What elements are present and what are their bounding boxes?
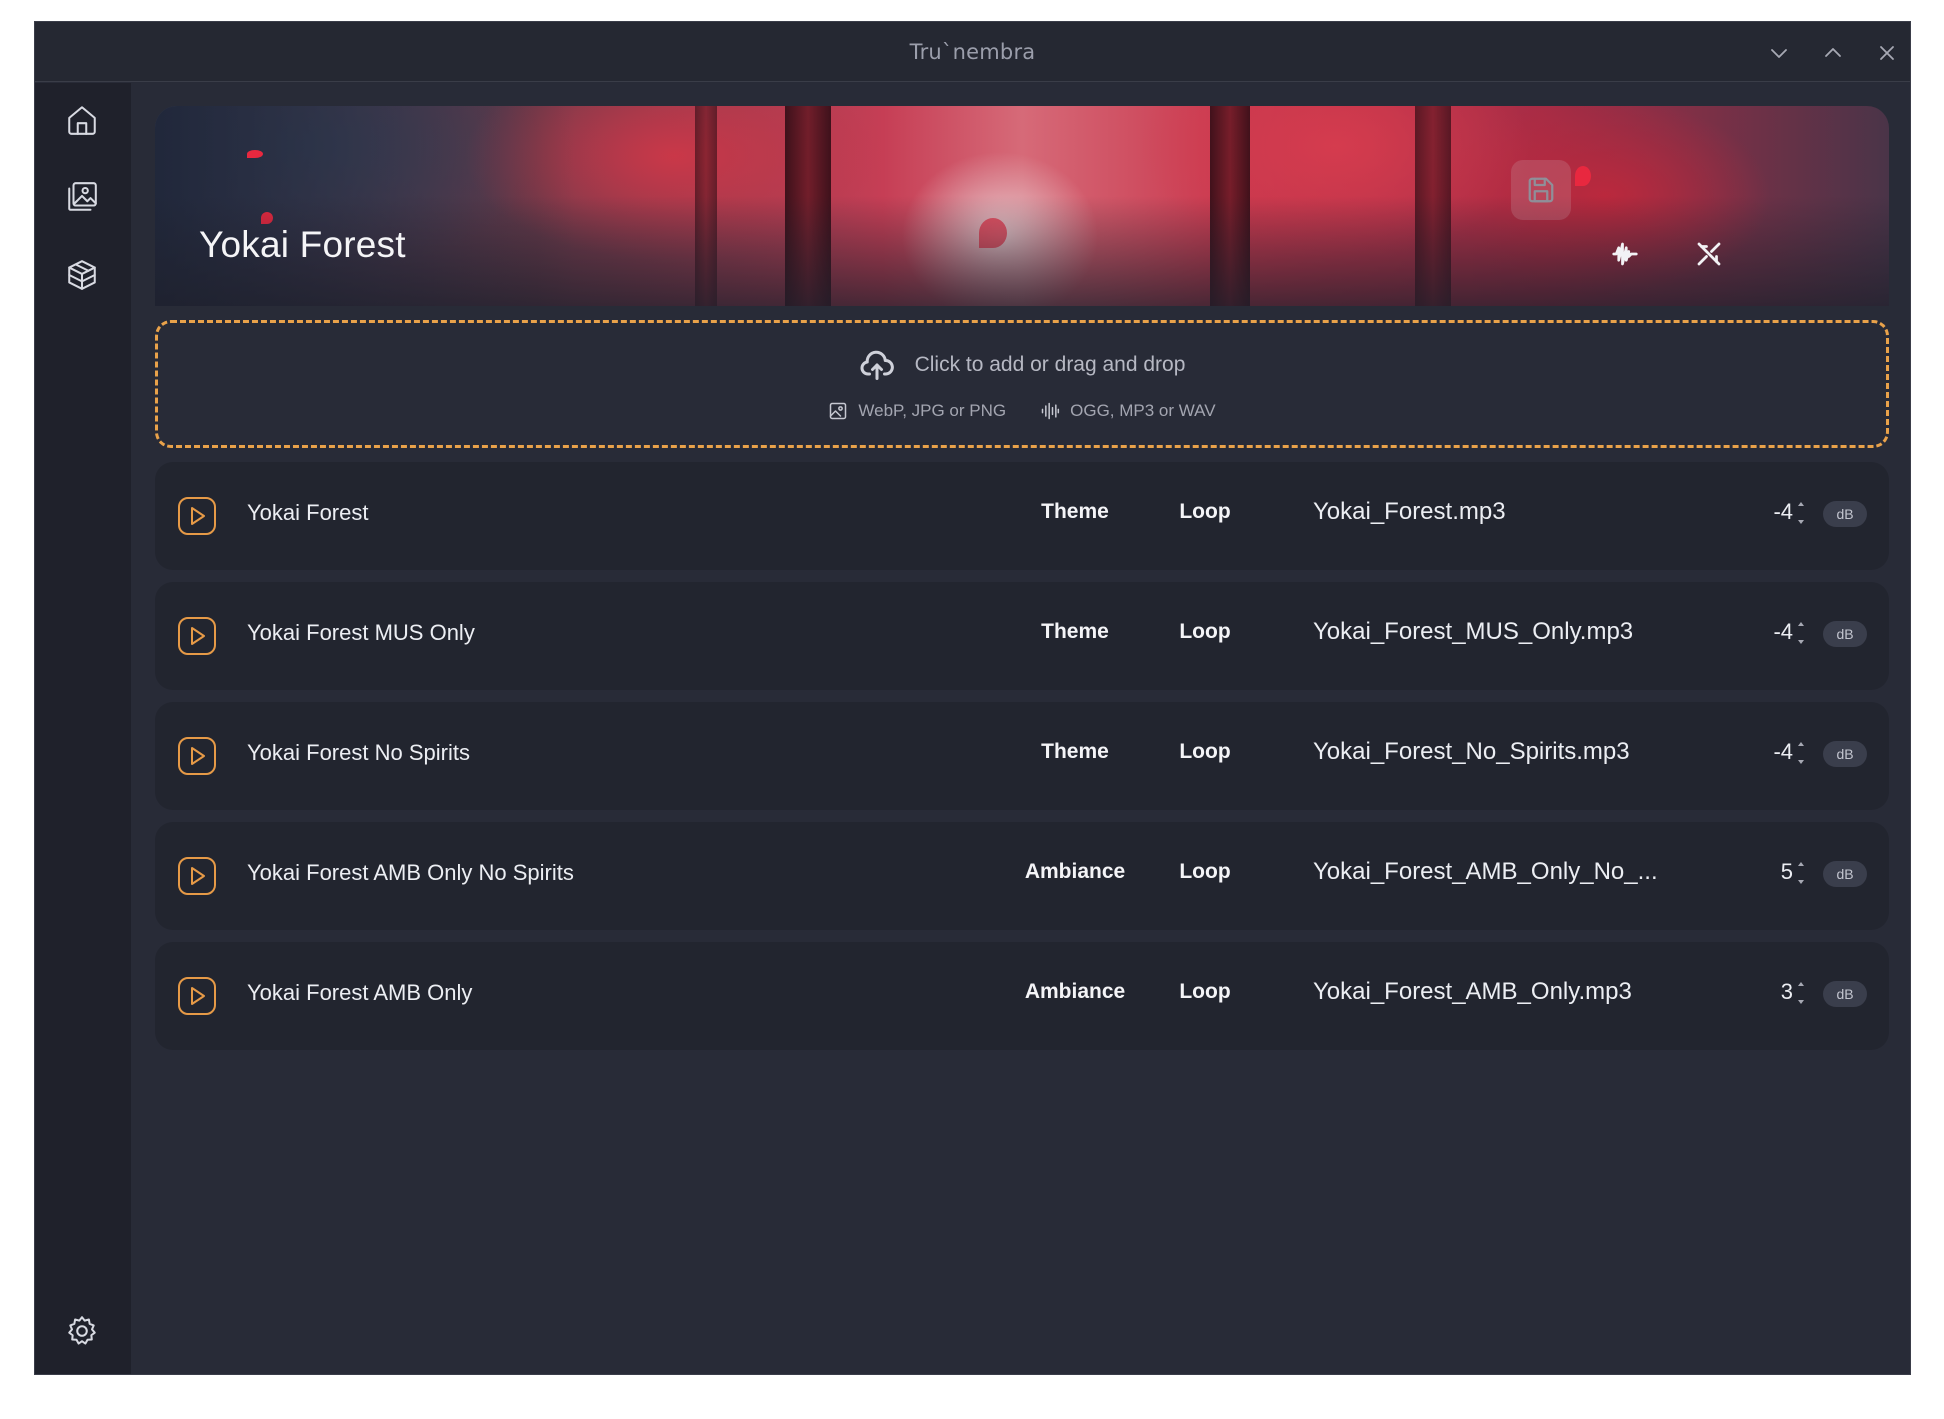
track-row[interactable]: Yokai Forest No Spirits Theme Loop Yokai… bbox=[155, 702, 1889, 810]
save-icon bbox=[1528, 177, 1554, 203]
track-name: Yokai Forest bbox=[247, 500, 369, 525]
track-name: Yokai Forest MUS Only bbox=[247, 620, 475, 645]
close-window-button[interactable] bbox=[1870, 36, 1904, 70]
sidebar-item-gallery[interactable] bbox=[59, 174, 105, 220]
dropzone-label: Click to add or drag and drop bbox=[914, 353, 1186, 376]
gear-icon bbox=[68, 1316, 96, 1345]
volume-input[interactable]: 5 bbox=[1745, 859, 1793, 885]
unit-badge: dB bbox=[1823, 501, 1867, 527]
maximize-button[interactable] bbox=[1816, 36, 1850, 70]
scene-title: Yokai Forest bbox=[199, 224, 406, 265]
track-file: Yokai_Forest.mp3 bbox=[1313, 498, 1506, 525]
sidebar-item-packages[interactable] bbox=[59, 252, 105, 298]
chevron-down-icon bbox=[1771, 49, 1787, 58]
minimize-button[interactable] bbox=[1762, 36, 1796, 70]
play-button[interactable] bbox=[177, 496, 217, 536]
play-button[interactable] bbox=[177, 616, 217, 656]
unit-badge: dB bbox=[1823, 741, 1867, 767]
track-file: Yokai_Forest_MUS_Only.mp3 bbox=[1313, 618, 1634, 645]
image-gallery-icon bbox=[68, 182, 97, 211]
track-mode[interactable]: Loop bbox=[1155, 980, 1255, 1004]
track-row[interactable]: Yokai Forest AMB Only No Spirits Ambianc… bbox=[155, 822, 1889, 930]
track-mode[interactable]: Loop bbox=[1155, 860, 1255, 884]
home-icon bbox=[68, 106, 96, 135]
unit-badge: dB bbox=[1823, 981, 1867, 1007]
close-icon bbox=[1880, 46, 1894, 60]
track-name: Yokai Forest No Spirits bbox=[247, 740, 470, 765]
track-name: Yokai Forest AMB Only No Spirits bbox=[247, 860, 574, 885]
play-button[interactable] bbox=[177, 856, 217, 896]
play-icon bbox=[178, 857, 216, 895]
unit-badge: dB bbox=[1823, 621, 1867, 647]
cloud-upload-icon bbox=[860, 350, 894, 380]
banner-leaf bbox=[1575, 166, 1591, 186]
play-icon bbox=[178, 977, 216, 1015]
play-button[interactable] bbox=[177, 976, 217, 1016]
track-mode[interactable]: Loop bbox=[1155, 500, 1255, 524]
track-category[interactable]: Theme bbox=[1015, 620, 1135, 644]
audio-formats: OGG, MP3 or WAV bbox=[1070, 401, 1216, 420]
settings-button[interactable] bbox=[59, 1308, 105, 1354]
volume-stepper[interactable] bbox=[1795, 862, 1807, 884]
image-icon bbox=[830, 402, 847, 420]
audio-wave-icon bbox=[1612, 242, 1638, 266]
play-icon bbox=[178, 617, 216, 655]
sidebar-item-home[interactable] bbox=[59, 97, 105, 143]
volume-input[interactable]: -4 bbox=[1745, 739, 1793, 765]
track-mode[interactable]: Loop bbox=[1155, 620, 1255, 644]
play-icon bbox=[178, 737, 216, 775]
save-button[interactable] bbox=[1511, 160, 1571, 220]
play-button[interactable] bbox=[177, 736, 217, 776]
volume-stepper[interactable] bbox=[1795, 742, 1807, 764]
track-name: Yokai Forest AMB Only bbox=[247, 980, 473, 1005]
title-bar[interactable]: Tru`nembra bbox=[35, 22, 1910, 82]
track-row[interactable]: Yokai Forest AMB Only Ambiance Loop Yoka… bbox=[155, 942, 1889, 1050]
audio-lines-icon bbox=[1041, 402, 1060, 420]
mute-icon bbox=[1697, 242, 1721, 266]
volume-stepper[interactable] bbox=[1795, 622, 1807, 644]
volume-input[interactable]: -4 bbox=[1745, 499, 1793, 525]
chevron-up-icon bbox=[1825, 48, 1841, 57]
track-row[interactable]: Yokai Forest MUS Only Theme Loop Yokai_F… bbox=[155, 582, 1889, 690]
track-file: Yokai_Forest_AMB_Only.mp3 bbox=[1313, 978, 1632, 1005]
sidebar bbox=[35, 83, 131, 1374]
unit-badge: dB bbox=[1823, 861, 1867, 887]
volume-input[interactable]: -4 bbox=[1745, 619, 1793, 645]
track-category[interactable]: Ambiance bbox=[1015, 860, 1135, 884]
track-file: Yokai_Forest_AMB_Only_No_... bbox=[1313, 858, 1658, 885]
play-icon bbox=[178, 497, 216, 535]
track-mode[interactable]: Loop bbox=[1155, 740, 1255, 764]
mute-button[interactable] bbox=[1679, 224, 1739, 284]
volume-stepper[interactable] bbox=[1795, 502, 1807, 524]
file-dropzone[interactable]: Click to add or drag and drop WebP, JPG … bbox=[155, 320, 1889, 448]
volume-input[interactable]: 3 bbox=[1745, 979, 1793, 1005]
volume-stepper[interactable] bbox=[1795, 982, 1807, 1004]
track-category[interactable]: Theme bbox=[1015, 500, 1135, 524]
track-row[interactable]: Yokai Forest Theme Loop Yokai_Forest.mp3… bbox=[155, 462, 1889, 570]
track-category[interactable]: Ambiance bbox=[1015, 980, 1135, 1004]
track-category[interactable]: Theme bbox=[1015, 740, 1135, 764]
app-window: Tru`nembra Yokai Forest Click to add or … bbox=[34, 21, 1911, 1375]
audio-wave-button[interactable] bbox=[1595, 224, 1655, 284]
image-formats: WebP, JPG or PNG bbox=[858, 401, 1007, 420]
package-icon bbox=[68, 260, 96, 290]
window-title: Tru`nembra bbox=[909, 40, 1036, 64]
banner-leaf bbox=[247, 150, 263, 158]
track-file: Yokai_Forest_No_Spirits.mp3 bbox=[1313, 738, 1630, 765]
